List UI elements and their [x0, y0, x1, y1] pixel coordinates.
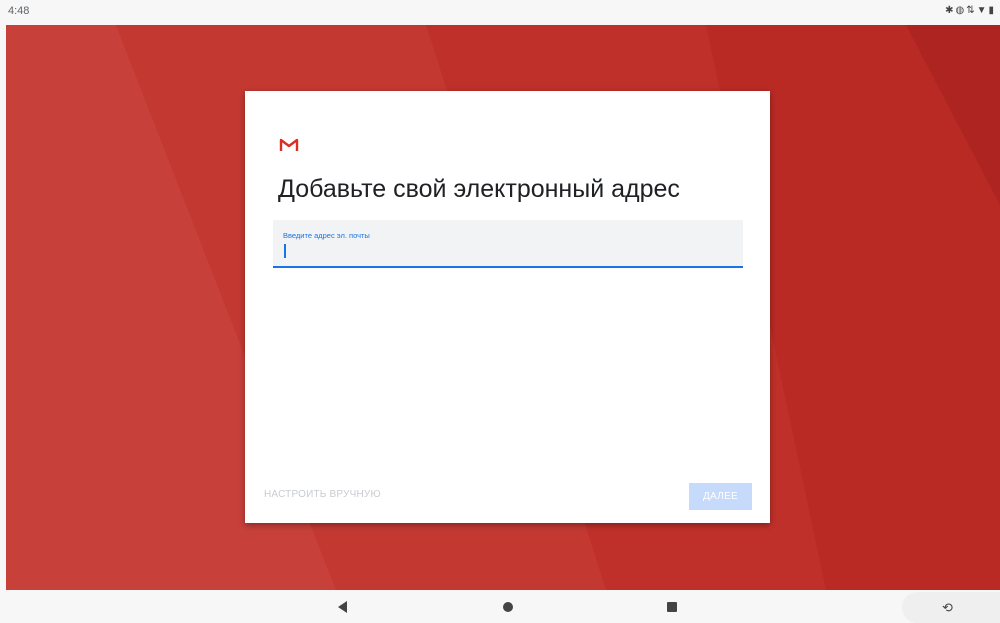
status-icons: ✱◍⇅▼▮: [945, 5, 996, 16]
manual-setup-button[interactable]: НАСТРОИТЬ ВРУЧНУЮ: [264, 489, 381, 500]
rotate-button[interactable]: ⟲: [902, 592, 1000, 623]
email-input[interactable]: [282, 242, 722, 260]
recents-icon[interactable]: [667, 602, 677, 612]
bluetooth-icon: ✱: [945, 5, 956, 16]
battery-icon: ▮: [988, 5, 996, 16]
add-account-dialog: Добавьте свой электронный адрес Введите …: [245, 91, 770, 523]
email-field[interactable]: Введите адрес эл. почты: [273, 220, 743, 268]
wifi-icon: ▼: [976, 5, 989, 16]
rotate-icon: ⟲: [942, 600, 953, 615]
text-cursor: [284, 244, 286, 258]
email-field-label: Введите адрес эл. почты: [283, 231, 370, 240]
gmail-logo-icon: [279, 138, 299, 151]
home-icon[interactable]: [503, 602, 513, 612]
vibrate-icon: ◍: [955, 5, 967, 16]
back-icon[interactable]: [338, 601, 347, 613]
status-bar: 4:48 ✱◍⇅▼▮: [0, 0, 1000, 25]
navigation-bar: ⟲: [0, 590, 1000, 623]
page-title: Добавьте свой электронный адрес: [278, 175, 680, 203]
status-time: 4:48: [8, 5, 30, 17]
data-icon: ⇅: [966, 5, 977, 16]
next-button[interactable]: ДАЛЕЕ: [689, 483, 752, 510]
